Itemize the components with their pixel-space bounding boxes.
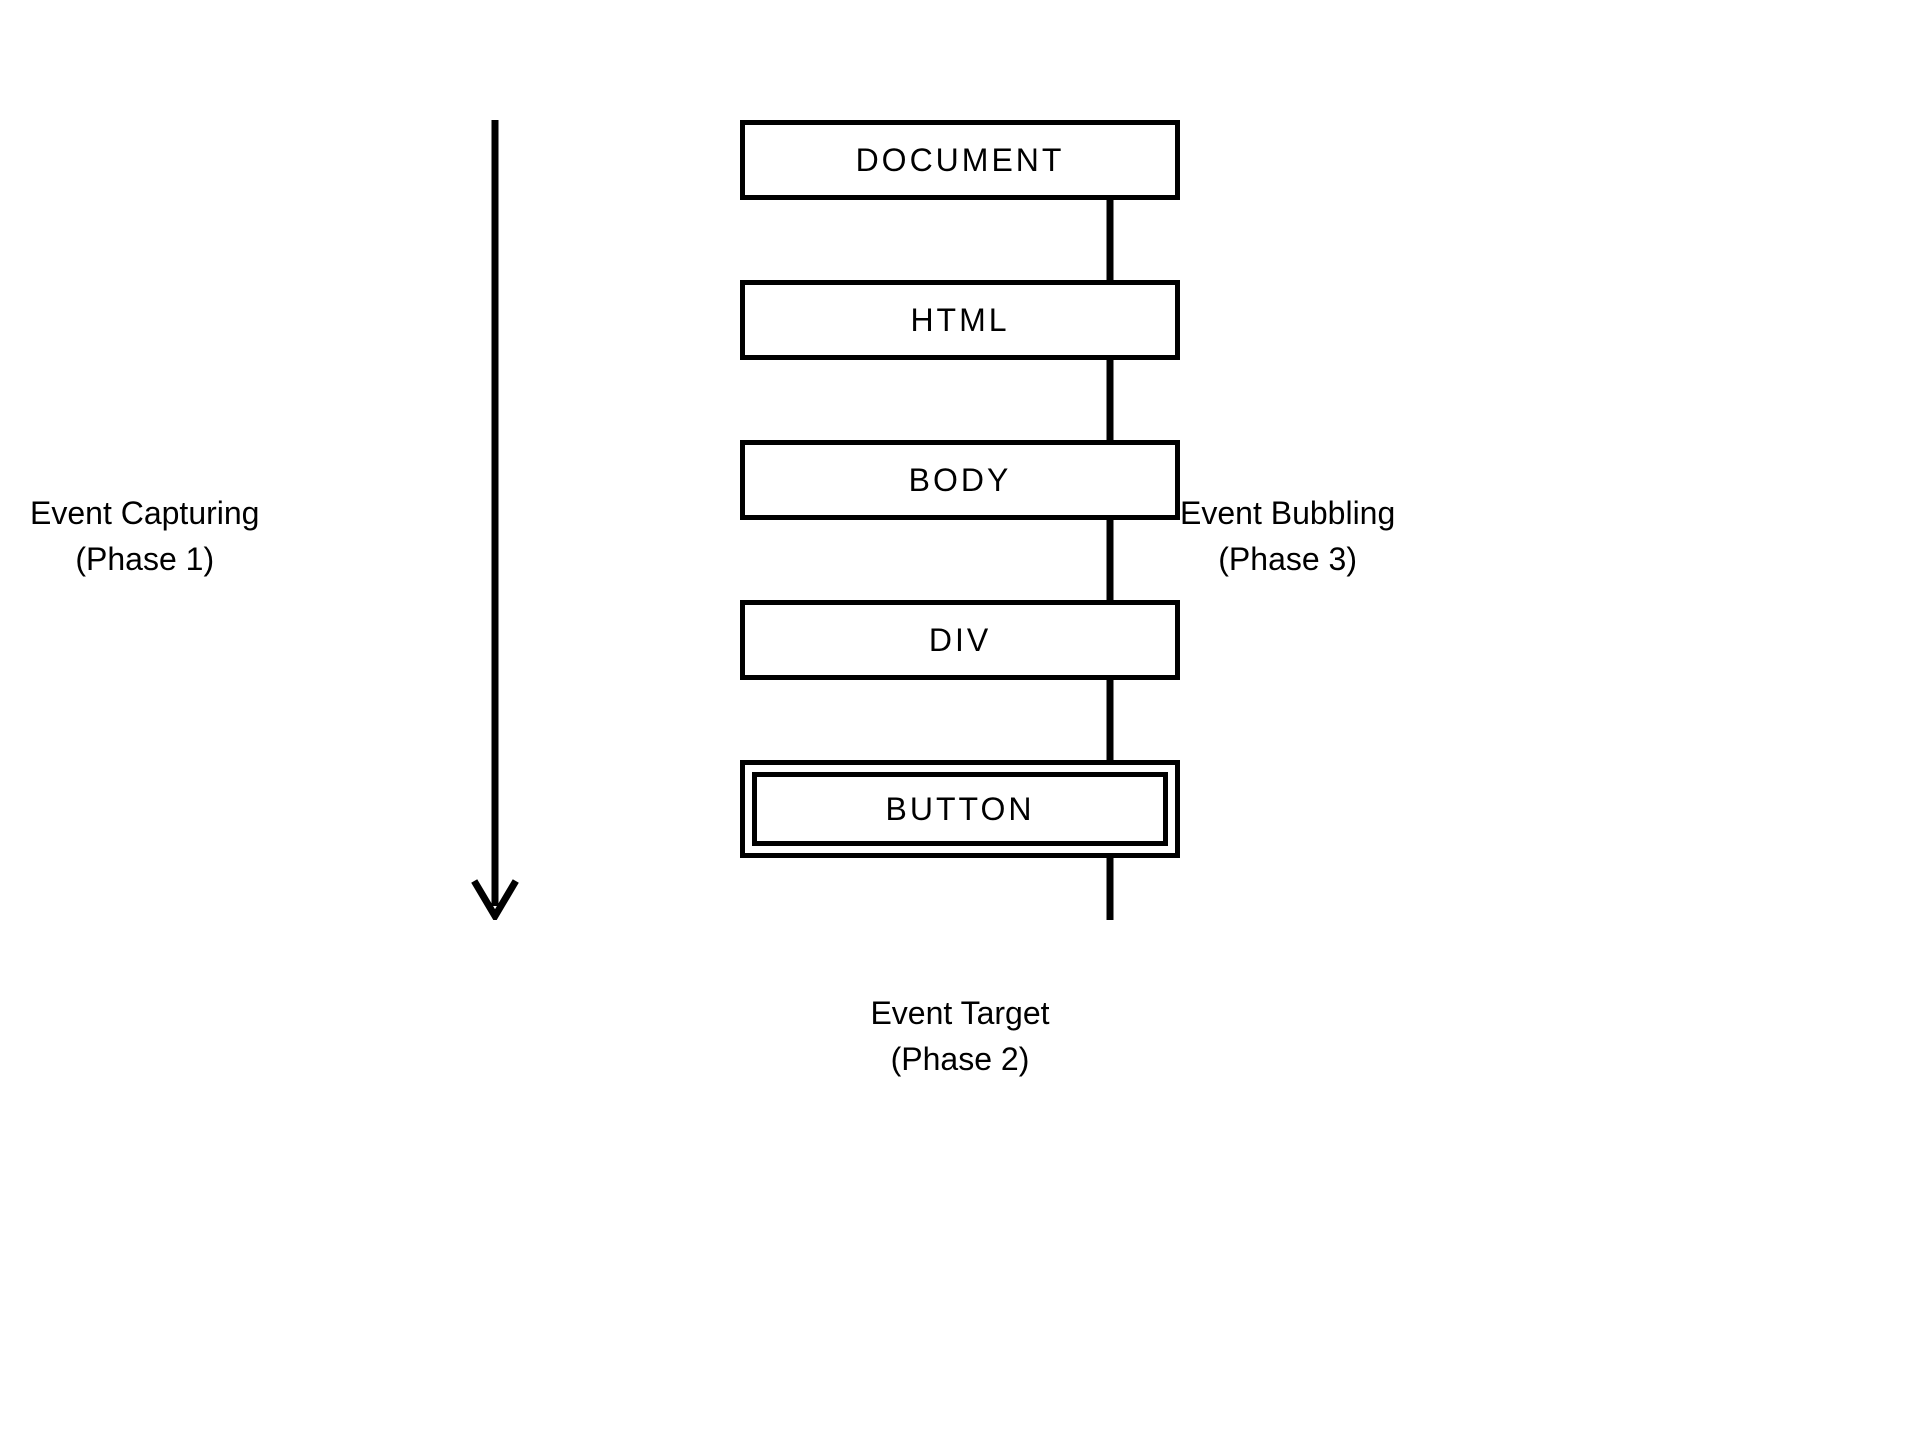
dom-hierarchy-column: DOCUMENT HTML BODY DIV BUTTON <box>740 120 1180 858</box>
label-line: Event Bubbling <box>1180 495 1395 531</box>
label-line: (Phase 1) <box>75 541 214 577</box>
dom-box-document: DOCUMENT <box>740 120 1180 200</box>
dom-box-label: BUTTON <box>886 791 1035 828</box>
label-line: (Phase 3) <box>1218 541 1357 577</box>
dom-box-div: DIV <box>740 600 1180 680</box>
label-capturing: Event Capturing (Phase 1) <box>30 490 259 583</box>
dom-box-target-inner: BUTTON <box>752 772 1168 846</box>
label-line: (Phase 2) <box>891 1041 1030 1077</box>
dom-box-body: BODY <box>740 440 1180 520</box>
dom-box-label: DOCUMENT <box>856 142 1065 179</box>
label-line: Event Capturing <box>30 495 259 531</box>
label-target: Event Target (Phase 2) <box>870 990 1049 1083</box>
dom-box-label: HTML <box>910 302 1009 339</box>
dom-box-html: HTML <box>740 280 1180 360</box>
event-propagation-diagram: DOCUMENT HTML BODY DIV BUTTON Event Capt… <box>160 120 1760 1320</box>
label-line: Event Target <box>870 995 1049 1031</box>
label-bubbling: Event Bubbling (Phase 3) <box>1180 490 1395 583</box>
dom-box-label: BODY <box>909 462 1012 499</box>
arrow-down-icon <box>470 120 520 925</box>
dom-box-target-outer: BUTTON <box>740 760 1180 858</box>
dom-box-label: DIV <box>929 622 991 659</box>
